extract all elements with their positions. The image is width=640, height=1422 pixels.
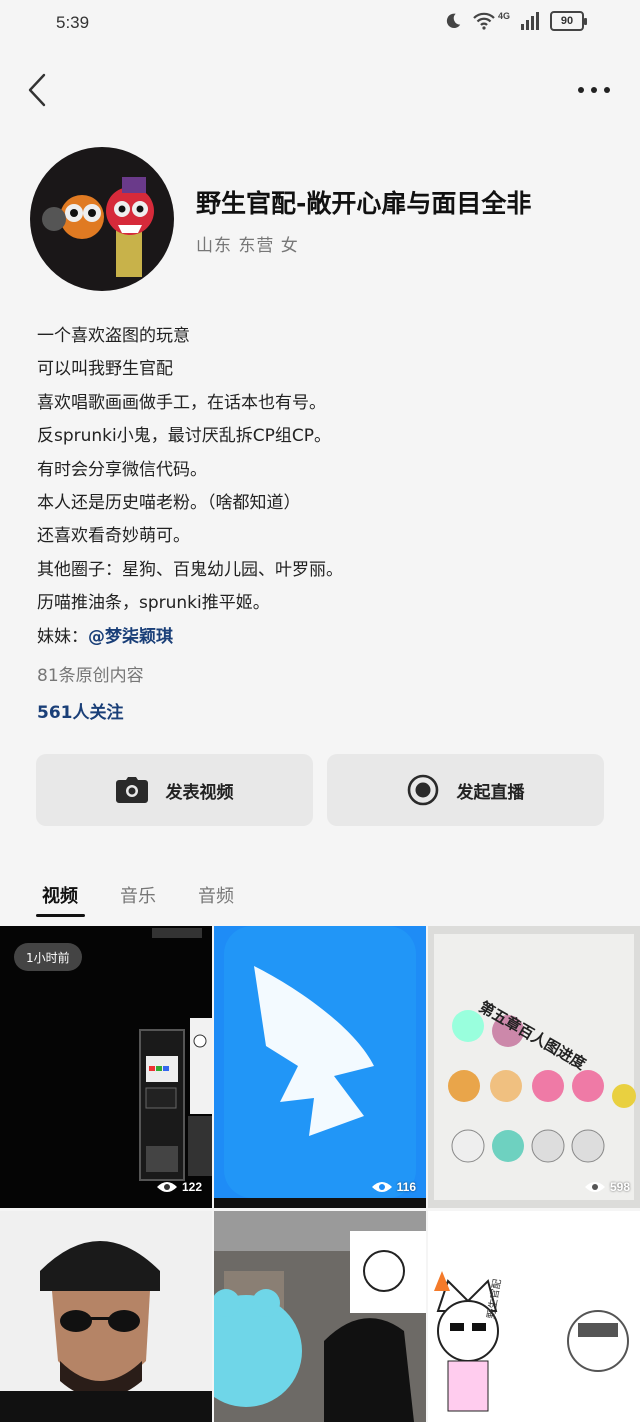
camera-icon bbox=[115, 777, 148, 803]
view-count-value: 598 bbox=[609, 1180, 630, 1194]
back-button[interactable] bbox=[22, 70, 52, 110]
video-thumbnail-image bbox=[428, 1211, 640, 1422]
status-icons: 4G 90 bbox=[444, 11, 587, 31]
sister-mention-link[interactable]: @梦柒颖琪 bbox=[88, 627, 173, 647]
start-live-label: 发起直播 bbox=[456, 782, 525, 803]
tab-music[interactable]: 音乐 bbox=[120, 882, 156, 908]
chevron-left-icon bbox=[28, 73, 46, 107]
more-dots-icon bbox=[578, 87, 610, 93]
record-icon bbox=[407, 774, 438, 806]
battery-level: 90 bbox=[560, 15, 574, 27]
original-works-count[interactable]: 81条原创内容 bbox=[37, 661, 144, 686]
bio-line: 喜欢唱歌画画做手工，在话本也有号。 bbox=[37, 392, 326, 413]
avatar-image bbox=[30, 147, 174, 291]
profile-avatar[interactable] bbox=[30, 147, 174, 291]
content-tabs: 视频 音乐 音频 bbox=[0, 870, 640, 920]
view-count-value: 116 bbox=[396, 1180, 416, 1194]
video-thumbnail-image bbox=[214, 1211, 426, 1422]
view-count-value: 122 bbox=[181, 1180, 202, 1194]
post-video-label: 发表视频 bbox=[165, 782, 234, 803]
bio-line: 历喵推油条，sprunki推平姬。 bbox=[37, 593, 270, 614]
bio-line: 可以叫我野生官配 bbox=[37, 359, 173, 380]
video-thumbnail-image bbox=[428, 926, 640, 1208]
upload-time-badge: 1小时前 bbox=[14, 943, 82, 971]
profile-bio: 一个喜欢盗图的玩意 可以叫我野生官配 喜欢唱歌画画做手工，在话本也有号。 反sp… bbox=[37, 320, 617, 654]
eye-icon bbox=[584, 1182, 605, 1192]
tab-audio[interactable]: 音频 bbox=[198, 882, 234, 908]
video-thumbnail[interactable]: 116 bbox=[214, 926, 426, 1208]
signal-icon bbox=[521, 12, 539, 30]
bio-sister-line: 妹妹：@梦柒颖琪 bbox=[37, 621, 617, 654]
view-count: 116 bbox=[371, 1180, 416, 1194]
battery-icon: 90 bbox=[550, 11, 587, 31]
status-time: 5:39 bbox=[56, 13, 90, 32]
followers-count[interactable]: 561人关注 bbox=[37, 698, 124, 723]
video-thumbnail[interactable]: 第五章百人图进度 598 bbox=[428, 926, 640, 1208]
post-video-button[interactable]: 发表视频 bbox=[36, 754, 313, 826]
video-thumbnail-image bbox=[0, 1211, 212, 1422]
video-thumbnail[interactable]: 1小时前 122 bbox=[0, 926, 212, 1208]
view-count: 122 bbox=[156, 1180, 202, 1194]
more-options-button[interactable] bbox=[574, 76, 614, 104]
active-tab-indicator bbox=[36, 914, 85, 917]
moon-icon bbox=[446, 13, 461, 29]
video-thumbnail[interactable]: 野生官配 bbox=[428, 1211, 640, 1422]
eye-icon bbox=[156, 1182, 177, 1192]
bio-line: 反sprunki小鬼，最讨厌乱拆CP组CP。 bbox=[37, 426, 331, 447]
start-live-button[interactable]: 发起直播 bbox=[327, 754, 604, 826]
eye-icon bbox=[371, 1182, 392, 1192]
sister-label: 妹妹： bbox=[37, 626, 88, 647]
video-thumbnail-image bbox=[214, 926, 426, 1208]
tab-video[interactable]: 视频 bbox=[42, 882, 78, 908]
profile-location-gender: 山东 东营 女 bbox=[196, 236, 299, 256]
video-thumbnail[interactable] bbox=[0, 1211, 212, 1422]
video-thumbnail[interactable] bbox=[214, 1211, 426, 1422]
status-bar: 5:39 4G 90 bbox=[0, 0, 640, 48]
bio-line: 有时会分享微信代码。 bbox=[37, 459, 207, 480]
bio-line: 本人还是历史喵老粉。（啥都知道） bbox=[37, 493, 301, 514]
network-label: 4G bbox=[497, 11, 510, 21]
profile-name: 野生官配-敞开心扉与面目全非 bbox=[196, 189, 532, 218]
view-count: 598 bbox=[584, 1180, 630, 1194]
wifi-icon bbox=[473, 12, 495, 30]
bio-line: 一个喜欢盗图的玩意 bbox=[37, 326, 190, 346]
video-grid: 1小时前 122 116 第五章百人图进度 598 野生官配 bbox=[0, 926, 640, 1422]
bio-line: 还喜欢看奇妙萌可。 bbox=[37, 526, 190, 547]
bio-line: 其他圈子：星狗、百鬼幼儿园、叶罗丽。 bbox=[37, 559, 343, 580]
